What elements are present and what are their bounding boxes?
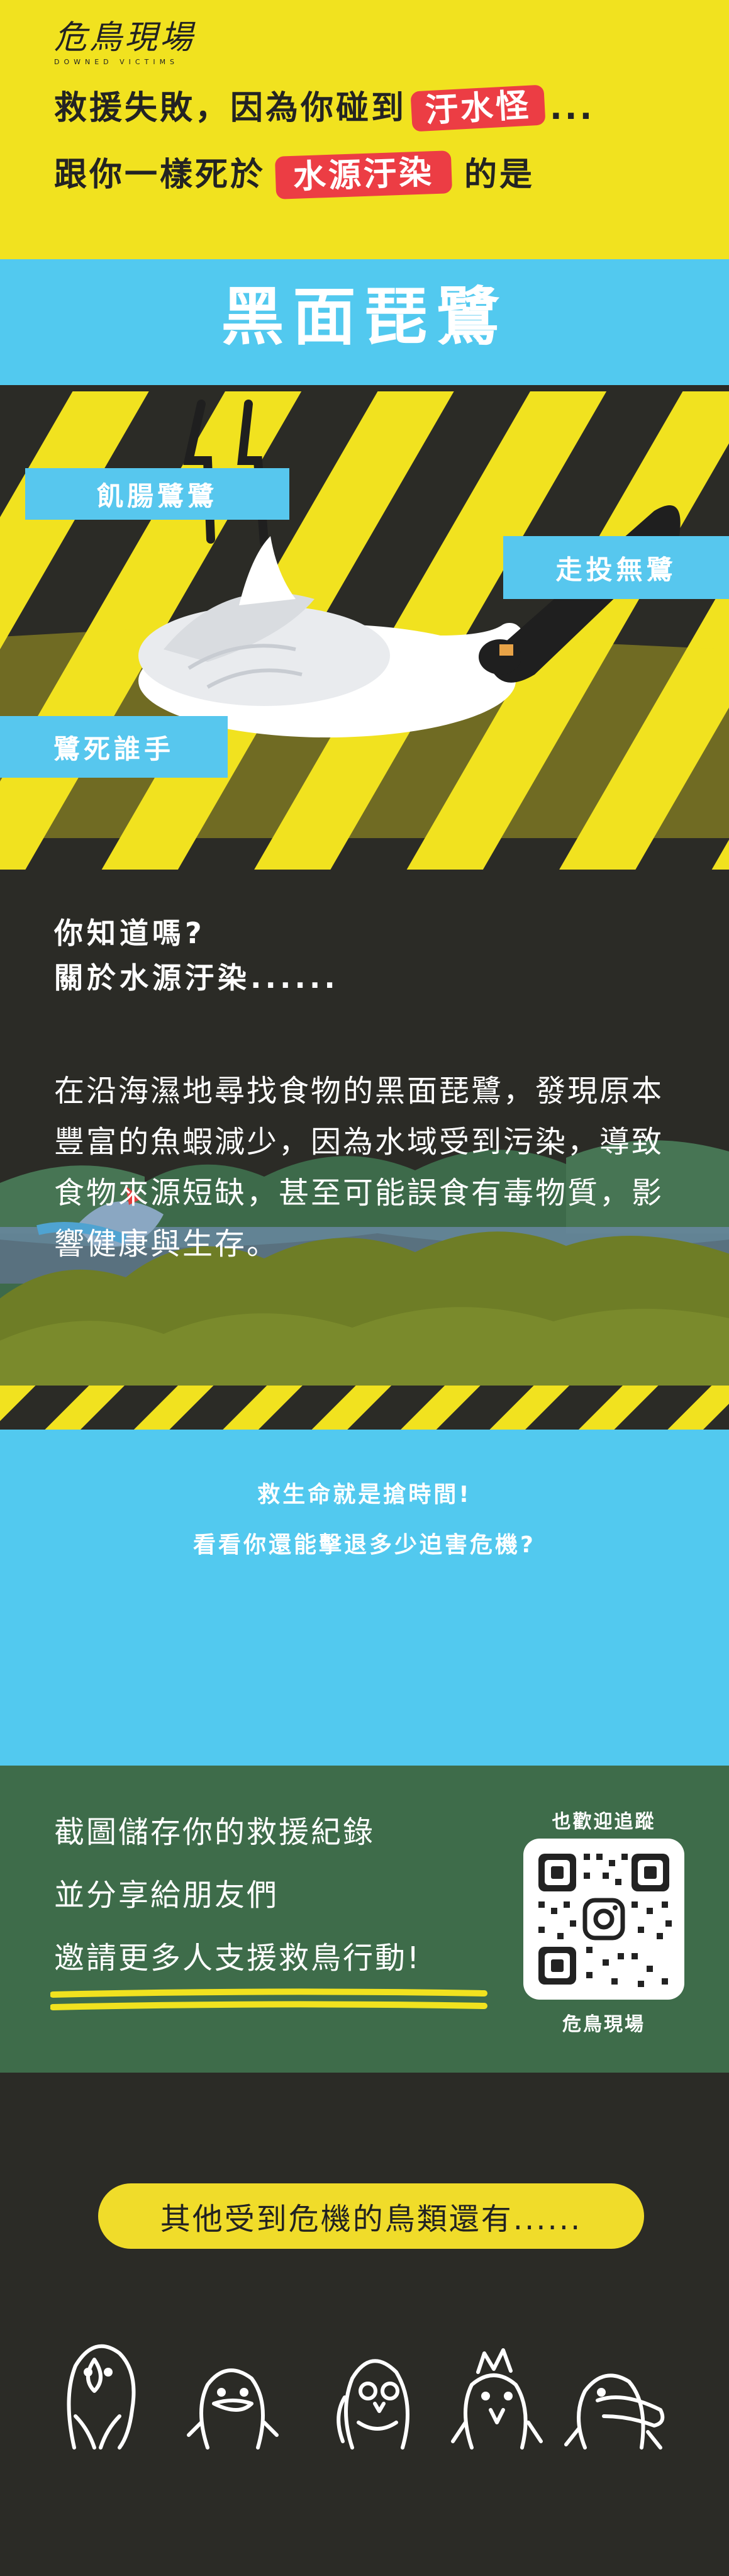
bird-icon-spoonbill bbox=[564, 2373, 665, 2450]
tag-label: 鷺死誰手 bbox=[53, 733, 174, 764]
info-topic: 關於水源汙染...... bbox=[54, 961, 339, 995]
stripe-divider bbox=[0, 1386, 729, 1430]
headline-text: 救援失敗，因為你碰到 bbox=[54, 89, 407, 127]
headline-text: 跟你一樣死於 bbox=[54, 156, 266, 194]
share-line: 邀請更多人支援救鳥行動! bbox=[54, 1940, 421, 1976]
headline-text: 的是 bbox=[464, 156, 535, 194]
cta-line1: 救生命就是搶時間! bbox=[257, 1482, 472, 1508]
follow-label: 也歡迎追蹤 bbox=[552, 1811, 656, 1833]
headline-ellipsis: ... bbox=[550, 89, 595, 127]
tag-desperate: 走投無鷺 bbox=[503, 536, 729, 599]
cause-chip: 水源汙染 bbox=[274, 150, 453, 199]
account-name: 危鳥現場 bbox=[562, 2013, 645, 2036]
share-line: 截圖儲存你的救援紀錄 bbox=[54, 1815, 376, 1850]
logo-title: 危鳥現場 bbox=[54, 19, 196, 57]
qr-code[interactable] bbox=[523, 1839, 684, 2000]
headline-line2: 跟你一樣死於 水源汙染 的是 bbox=[54, 150, 535, 199]
bird-lineup bbox=[67, 2344, 665, 2450]
info-question: 你知道嗎? bbox=[54, 916, 206, 950]
tag-label: 走投無鷺 bbox=[555, 554, 677, 585]
bird-icon-pigeon bbox=[67, 2344, 136, 2450]
bird-icon-rooster bbox=[451, 2348, 543, 2450]
tag-label: 飢腸鷺鷺 bbox=[96, 480, 218, 512]
tag-hungry: 飢腸鷺鷺 bbox=[25, 468, 289, 520]
underline-decoration bbox=[50, 1988, 487, 2010]
cta-section bbox=[0, 1430, 729, 1766]
headline-line1: 救援失敗，因為你碰到 汙水怪... bbox=[54, 84, 595, 132]
logo[interactable]: 危鳥現場 DOWNED VICTIMS bbox=[54, 21, 195, 66]
info-heading: 你知道嗎? 關於水源汙染...... bbox=[54, 911, 339, 1001]
monster-chip: 汙水怪 bbox=[410, 84, 546, 132]
tag-whodunit: 鷺死誰手 bbox=[0, 716, 228, 778]
bird-name: 黑面琵鷺 bbox=[221, 280, 508, 354]
bird-icon-owl bbox=[337, 2359, 409, 2450]
info-body: 在沿海濕地尋找食物的黑面琵鷺，發現原本豐富的魚蝦減少，因為水域受到污染，導致食物… bbox=[54, 1073, 664, 1262]
qr-pattern bbox=[538, 1854, 672, 1987]
bird-icon-penguin bbox=[187, 2368, 279, 2450]
logo-subtitle: DOWNED VICTIMS bbox=[54, 58, 179, 66]
share-line: 並分享給朋友們 bbox=[54, 1878, 279, 1913]
more-birds-pill: 其他受到危機的鳥類還有...... bbox=[98, 2183, 644, 2249]
instagram-icon bbox=[582, 1898, 625, 1940]
hazard-scene bbox=[0, 385, 729, 870]
cta-line2: 看看你還能擊退多少迫害危機? bbox=[193, 1532, 536, 1558]
